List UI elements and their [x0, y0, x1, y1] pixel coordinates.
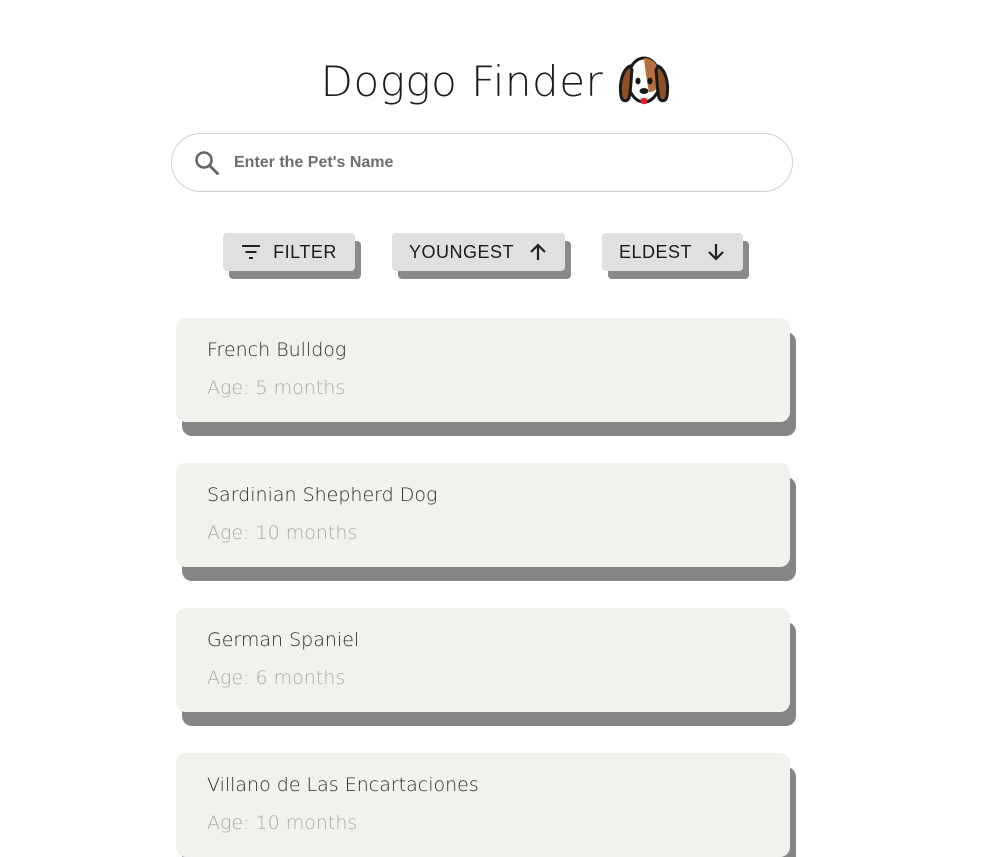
- search-icon: [195, 150, 219, 175]
- eldest-button-label: ELDEST: [618, 241, 693, 262]
- pet-name-search-input[interactable]: [234, 142, 792, 183]
- pet-card-wrapper: German Spaniel Age: 6 months: [176, 608, 796, 726]
- pet-card[interactable]: German Spaniel Age: 6 months: [176, 608, 790, 712]
- arrow-up-icon: [530, 243, 546, 260]
- header: Doggo Finder: [0, 52, 992, 112]
- filter-button[interactable]: FILTER: [223, 233, 355, 271]
- pet-card[interactable]: Villano de Las Encartaciones Age: 10 mon…: [176, 753, 790, 857]
- sort-eldest-button[interactable]: ELDEST: [602, 233, 743, 271]
- page: Doggo Finder Enter the Pet's Name FILTER…: [0, 0, 992, 857]
- sort-youngest-button[interactable]: YOUNGEST: [392, 233, 565, 271]
- eldest-button-wrapper: ELDEST: [602, 233, 749, 279]
- dog-face-icon: [619, 56, 670, 105]
- pet-age: Age: 10 months: [207, 522, 358, 544]
- pet-age: Age: 6 months: [207, 667, 346, 689]
- search-bar: [171, 133, 793, 192]
- arrow-down-icon: [708, 244, 724, 261]
- youngest-button-wrapper: YOUNGEST: [392, 233, 571, 279]
- filter-button-label: FILTER: [273, 241, 337, 262]
- pet-card-wrapper: Villano de Las Encartaciones Age: 10 mon…: [176, 753, 796, 857]
- youngest-button-label: YOUNGEST: [408, 241, 514, 262]
- pet-breed: French Bulldog: [207, 339, 347, 361]
- pet-card[interactable]: French Bulldog Age: 5 months: [176, 318, 790, 422]
- pet-list: French Bulldog Age: 5 months Sardinian S…: [176, 318, 796, 857]
- filter-lines-icon: [242, 245, 261, 259]
- pet-card-wrapper: Sardinian Shepherd Dog Age: 10 months: [176, 463, 796, 581]
- pet-age: Age: 5 months: [207, 377, 346, 399]
- pet-breed: Villano de Las Encartaciones: [207, 774, 479, 796]
- filter-button-wrapper: FILTER: [223, 233, 361, 279]
- pet-breed: German Spaniel: [207, 629, 360, 651]
- pet-breed: Sardinian Shepherd Dog: [207, 484, 438, 506]
- pet-card[interactable]: Sardinian Shepherd Dog Age: 10 months: [176, 463, 790, 567]
- pet-age: Age: 10 months: [207, 812, 358, 834]
- pet-card-wrapper: French Bulldog Age: 5 months: [176, 318, 796, 436]
- page-title: Doggo Finder: [320, 57, 604, 106]
- sort-buttons: FILTER YOUNGEST ELDEST: [0, 233, 992, 293]
